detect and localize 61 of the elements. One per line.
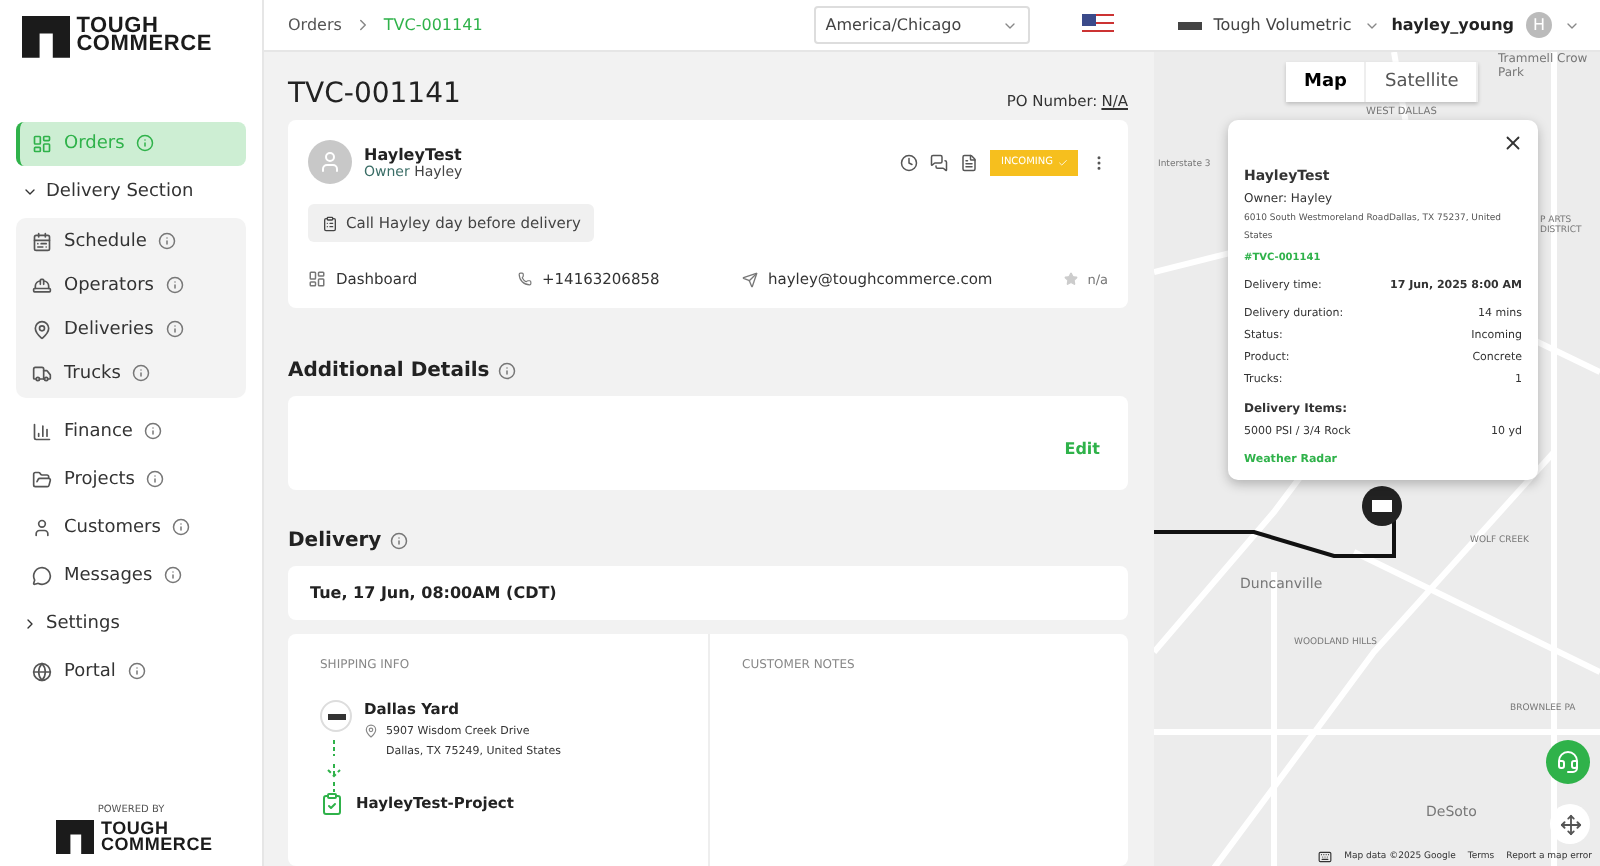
support-button[interactable] [1546, 740, 1590, 784]
chat-icon[interactable] [930, 153, 948, 171]
username[interactable]: hayley_young [1391, 16, 1514, 34]
info-icon [497, 362, 516, 380]
document-icon[interactable] [960, 153, 978, 171]
star-icon [1063, 272, 1078, 286]
sidebar-item[interactable]: Messages [16, 553, 246, 598]
sidebar-item[interactable]: Finance [16, 409, 246, 454]
sidebar-item[interactable]: Schedule [16, 219, 246, 264]
keyboard-icon[interactable] [1318, 850, 1333, 864]
sidebar-item[interactable]: Portal [16, 649, 246, 694]
send-icon [742, 271, 758, 287]
pin-icon [364, 724, 378, 738]
check-icon [1057, 157, 1068, 167]
recenter-button[interactable] [1550, 804, 1590, 844]
globe-icon [32, 661, 52, 682]
logo-mark-icon [22, 16, 71, 58]
customer-name: HayleyTest [364, 145, 463, 163]
truck-icon [32, 363, 52, 384]
info-icon [389, 532, 408, 550]
bar-chart-icon [32, 421, 52, 442]
move-icon [1559, 813, 1581, 835]
logo-mark-icon [55, 819, 95, 854]
company-name[interactable]: Tough Volumetric [1213, 16, 1352, 34]
sidebar-item[interactable]: Deliveries [16, 307, 246, 352]
logo-text: TOUGH COMMERCE [76, 17, 212, 57]
logo-text: TOUGH COMMERCE [100, 820, 213, 854]
section-toggle[interactable]: Delivery Section [16, 169, 246, 214]
phone-icon [518, 272, 532, 286]
hard-hat-icon [32, 275, 52, 296]
section-title: Delivery [288, 530, 382, 552]
map-type-tab[interactable]: Satellite [1366, 62, 1479, 102]
project-icon [320, 791, 344, 816]
headset-icon [1556, 750, 1580, 774]
section-toggle[interactable]: Settings [16, 601, 246, 646]
dashboard-icon [32, 133, 52, 154]
sidebar-item[interactable]: Customers [16, 505, 246, 550]
flag-icon [1081, 14, 1114, 36]
map-type-tab[interactable]: Map [1286, 62, 1367, 102]
sidebar-item[interactable]: Trucks [16, 351, 246, 396]
order-title: TVC-001141 [288, 78, 461, 110]
breadcrumb-link[interactable]: Orders [288, 16, 342, 34]
company-logo-icon [1177, 21, 1202, 29]
close-button[interactable] [1502, 132, 1524, 154]
clock-icon[interactable] [900, 153, 918, 171]
dashboard-icon [308, 270, 326, 288]
avatar-placeholder [308, 140, 352, 184]
truck-marker-icon [1360, 484, 1404, 528]
timezone-select[interactable]: America/Chicago [813, 6, 1030, 44]
clipboard-icon [322, 215, 338, 231]
folder-icon [32, 469, 52, 490]
calendar-icon [32, 231, 52, 252]
sidebar-item[interactable]: Projects [16, 457, 246, 502]
pin-icon [32, 319, 52, 340]
section-title: Additional Details [288, 360, 490, 382]
person-icon [32, 517, 52, 538]
sidebar-item[interactable]: Operators [16, 263, 246, 308]
delivery-datetime: Tue, 17 Jun, 08:00AM (CDT) [310, 584, 559, 602]
yard-logo [320, 700, 352, 732]
chat-icon [32, 565, 52, 586]
chevron-icon [22, 615, 38, 632]
